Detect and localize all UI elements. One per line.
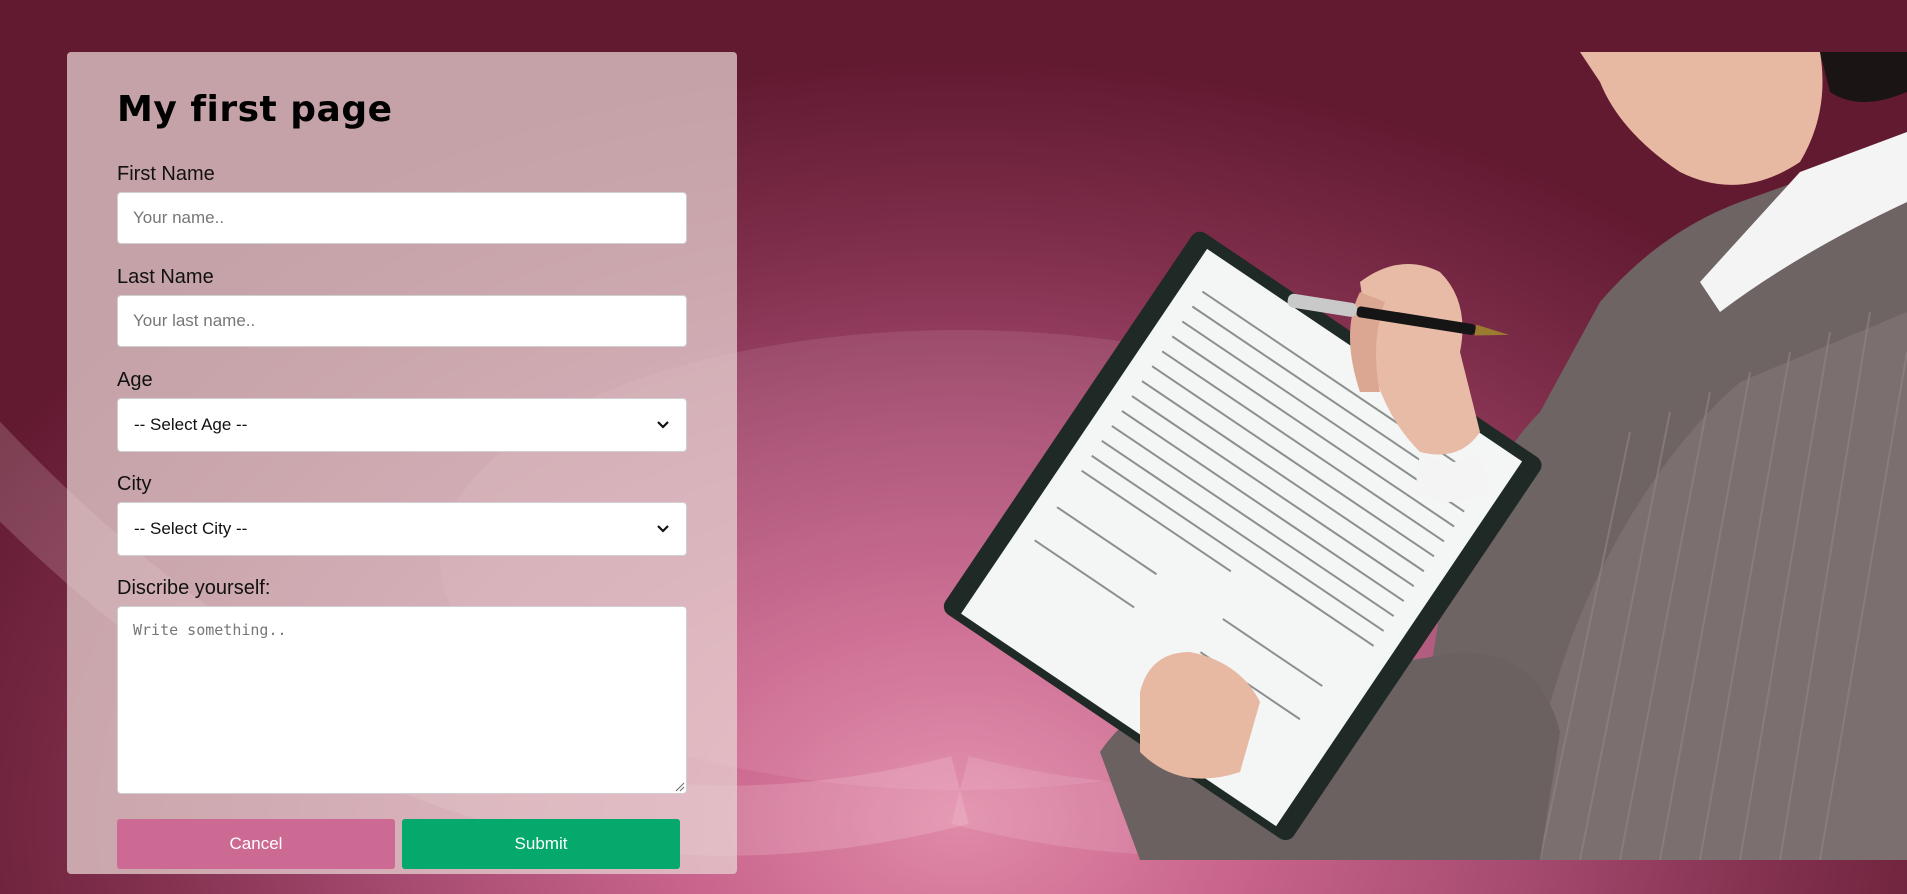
city-select[interactable]: -- Select City -- — [117, 502, 687, 556]
last-name-input[interactable] — [117, 295, 687, 347]
form-card: My first page First Name Last Name Age -… — [67, 52, 737, 874]
first-name-label: First Name — [117, 163, 215, 185]
chevron-down-icon — [656, 522, 670, 536]
woman-with-clipboard-image — [943, 52, 1907, 860]
city-select-value: -- Select City -- — [134, 519, 248, 538]
age-label: Age — [117, 369, 153, 391]
age-select-value: -- Select Age -- — [134, 415, 248, 434]
submit-button[interactable]: Submit — [402, 819, 680, 869]
first-name-input[interactable] — [117, 192, 687, 244]
resize-grip-icon[interactable] — [675, 782, 685, 792]
age-select[interactable]: -- Select Age -- — [117, 398, 687, 452]
chevron-down-icon — [656, 418, 670, 432]
page-title: My first page — [117, 89, 393, 130]
last-name-label: Last Name — [117, 266, 214, 288]
cancel-button[interactable]: Cancel — [117, 819, 395, 869]
describe-label: Discribe yourself: — [117, 577, 271, 599]
describe-textarea[interactable] — [117, 606, 687, 794]
city-label: City — [117, 473, 152, 495]
